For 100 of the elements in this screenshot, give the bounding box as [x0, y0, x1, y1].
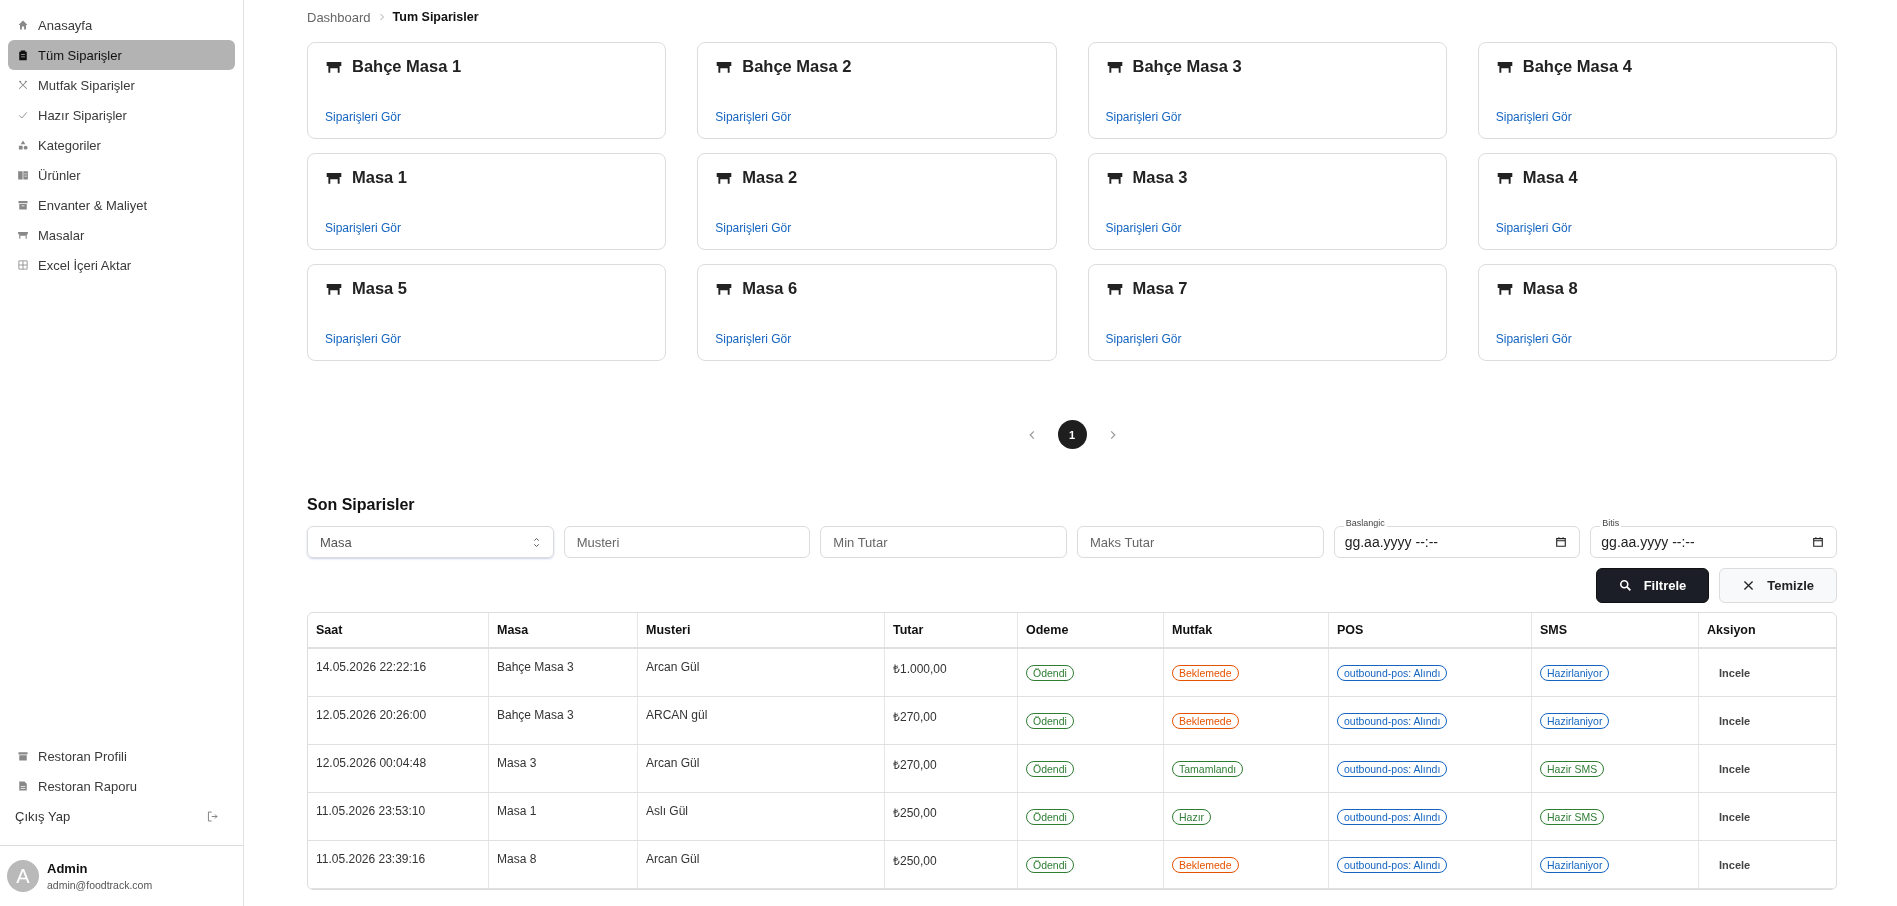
clipboard-icon: [17, 49, 29, 61]
status-badge: Ödendi: [1026, 808, 1074, 825]
view-orders-link[interactable]: Siparişleri Gör: [1495, 110, 1819, 124]
filter-button[interactable]: Filtrele: [1595, 568, 1710, 603]
table-name: Bahçe Masa 2: [742, 57, 852, 76]
archive-icon: [17, 199, 29, 211]
table-cell: ₺270,00: [884, 744, 1018, 793]
status-badge: Hazirlaniyor: [1540, 856, 1610, 873]
view-orders-link[interactable]: Siparişleri Gör: [1495, 332, 1819, 346]
table-name: Masa 8: [1522, 279, 1578, 298]
utensils-icon: [17, 79, 29, 91]
sidebar-item[interactable]: Masalar: [8, 220, 235, 250]
column-header: Aksiyon: [1698, 613, 1836, 648]
page-button[interactable]: 1: [1057, 420, 1087, 449]
table-name: Bahçe Masa 4: [1522, 57, 1632, 76]
home-icon: [17, 19, 29, 31]
table-name: Masa 7: [1132, 279, 1188, 298]
sidebar-item[interactable]: Envanter & Maliyet: [8, 190, 235, 220]
view-orders-link[interactable]: Siparişleri Gör: [1105, 221, 1429, 235]
status-badge: Ödendi: [1026, 760, 1074, 777]
sidebar-item[interactable]: Tüm Siparişler: [8, 40, 235, 70]
view-orders-link[interactable]: Siparişleri Gör: [325, 332, 649, 346]
table-cell: ₺270,00: [884, 696, 1018, 745]
column-header: Odeme: [1017, 613, 1164, 648]
column-header: Musteri: [637, 613, 885, 648]
clear-button[interactable]: Temizle: [1719, 568, 1837, 603]
section-title: Son Siparisler: [307, 496, 416, 514]
grid-icon: [17, 259, 29, 271]
date-time-field[interactable]: gg.aa.yyyy --:--: [1590, 526, 1837, 558]
search-icon: [1618, 579, 1632, 592]
filter-input[interactable]: Maks Tutar: [1077, 526, 1324, 558]
status-badge: Hazirlaniyor: [1540, 664, 1610, 681]
close-icon: [1742, 579, 1756, 592]
view-orders-link[interactable]: Siparişleri Gör: [715, 221, 1039, 235]
table-name: Masa 5: [352, 279, 408, 298]
status-badge: Hazir SMS: [1540, 760, 1605, 777]
sidebar-item[interactable]: Anasayfa: [8, 10, 235, 40]
sidebar-item[interactable]: Mutfak Siparişler: [8, 70, 235, 100]
view-orders-link[interactable]: Siparişleri Gör: [1105, 110, 1429, 124]
table-cell: 12.05.2026 00:04:48: [308, 744, 489, 793]
field-label: Baslangic: [1343, 518, 1387, 528]
table-cell: Masa 1: [488, 792, 638, 841]
sidebar-item[interactable]: Excel İçeri Aktar: [8, 250, 235, 280]
store-icon: [17, 750, 29, 762]
table-cell: Masa 8: [488, 840, 638, 889]
column-header: Tutar: [884, 613, 1018, 648]
sidebar-item[interactable]: Restoran Profili: [8, 741, 235, 771]
table-cell: ₺1.000,00: [884, 648, 1018, 697]
table-name: Masa 1: [352, 168, 408, 187]
shapes-icon: [17, 139, 29, 151]
view-orders-link[interactable]: Siparişleri Gör: [715, 332, 1039, 346]
field-label: Bitis: [1600, 518, 1622, 528]
logout-link[interactable]: Çıkış Yap: [8, 801, 235, 831]
view-orders-link[interactable]: Siparişleri Gör: [715, 110, 1039, 124]
logout-icon: [206, 809, 219, 823]
table-name: Masa 4: [1522, 168, 1578, 187]
inspect-button[interactable]: Incele: [1707, 854, 1763, 875]
table-icon: [17, 229, 29, 241]
book-icon: [17, 169, 29, 181]
table-name: Bahçe Masa 1: [352, 57, 462, 76]
status-badge: Hazirlaniyor: [1540, 712, 1610, 729]
table-name: Bahçe Masa 3: [1132, 57, 1242, 76]
table-cell: Aslı Gül: [637, 792, 885, 841]
sidebar-item[interactable]: Kategoriler: [8, 130, 235, 160]
status-badge: Beklemede: [1172, 856, 1239, 873]
view-orders-link[interactable]: Siparişleri Gör: [325, 221, 649, 235]
sidebar-item[interactable]: Ürünler: [8, 160, 235, 190]
view-orders-link[interactable]: Siparişleri Gör: [1105, 332, 1429, 346]
sidebar-item[interactable]: Restoran Raporu: [8, 771, 235, 801]
column-header: POS: [1328, 613, 1532, 648]
view-orders-link[interactable]: Siparişleri Gör: [1495, 221, 1819, 235]
inspect-button[interactable]: Incele: [1707, 710, 1763, 731]
sidebar-item[interactable]: Hazır Siparişler: [8, 100, 235, 130]
column-header: Mutfak: [1163, 613, 1329, 648]
calendar-icon: [1555, 536, 1568, 548]
status-badge: Beklemede: [1172, 664, 1239, 681]
filter-input[interactable]: Musteri: [563, 526, 811, 558]
breadcrumb-item: Tum Siparisler: [392, 10, 479, 24]
table-cell: Masa 3: [488, 744, 638, 793]
filter-input[interactable]: Min Tutar: [820, 526, 1067, 558]
status-badge: Ödendi: [1026, 856, 1074, 873]
inspect-button[interactable]: Incele: [1707, 758, 1763, 779]
inspect-button[interactable]: Incele: [1707, 662, 1763, 683]
doc-icon: [17, 780, 29, 792]
status-badge: outbound-pos: Alındı: [1337, 760, 1448, 777]
table-cell: ARCAN gül: [637, 696, 885, 745]
table-cell: Arcan Gül: [637, 840, 885, 889]
inspect-button[interactable]: Incele: [1707, 806, 1763, 827]
status-badge: outbound-pos: Alındı: [1337, 712, 1448, 729]
view-orders-link[interactable]: Siparişleri Gör: [325, 110, 649, 124]
table-cell: 11.05.2026 23:53:10: [308, 792, 489, 841]
table-cell: ₺250,00: [884, 840, 1018, 889]
calendar-icon: [1812, 536, 1824, 548]
check-icon: [17, 109, 29, 121]
breadcrumb-item[interactable]: Dashboard: [307, 9, 371, 25]
status-badge: outbound-pos: Alındı: [1337, 808, 1448, 825]
user-avatar: A: [7, 860, 39, 892]
table-name: Masa 2: [742, 168, 798, 187]
table-select[interactable]: Masa: [307, 526, 554, 558]
status-badge: Ödendi: [1026, 664, 1074, 681]
